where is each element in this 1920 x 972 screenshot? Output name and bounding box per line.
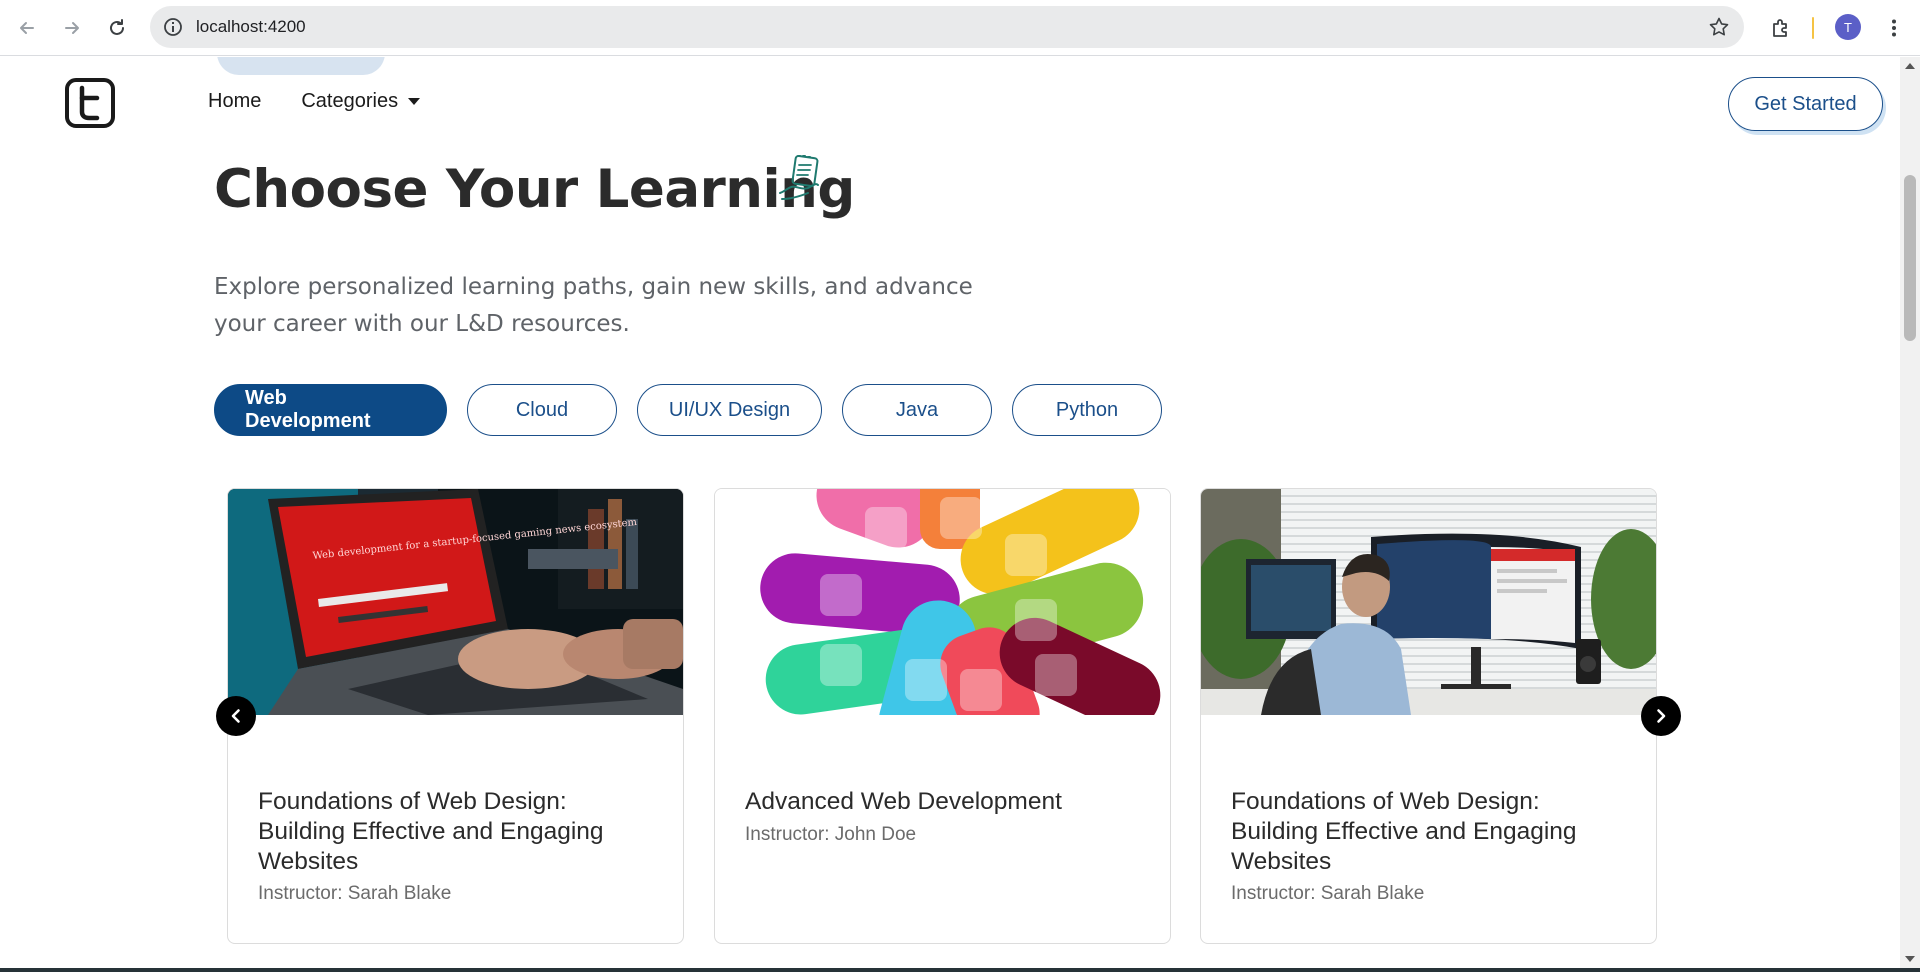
nav-categories[interactable]: Categories <box>301 90 421 113</box>
nav-home[interactable]: Home <box>208 90 261 113</box>
chip-web-development[interactable]: Web Development <box>214 384 447 436</box>
back-button[interactable] <box>13 14 41 42</box>
notepad-hand-icon <box>779 154 819 200</box>
chevron-left-icon <box>231 709 240 723</box>
profile-avatar[interactable]: T <box>1835 14 1861 40</box>
course-card[interactable]: Foundations of Web Design: Building Effe… <box>1200 488 1657 944</box>
course-title[interactable]: Advanced Web Development <box>745 787 1145 817</box>
back-arrow-icon <box>20 22 34 34</box>
site-logo[interactable] <box>64 77 116 129</box>
course-instructor: Instructor: Sarah Blake <box>258 883 452 904</box>
page-title: Choose Your Learning <box>214 159 855 220</box>
chip-cloud[interactable]: Cloud <box>467 384 617 436</box>
page-subtitle: Explore personalized learning paths, gai… <box>214 274 973 337</box>
site-info-icon[interactable] <box>162 16 184 38</box>
course-card[interactable]: Web development for a startup-focused ga… <box>227 488 684 944</box>
reload-button[interactable] <box>103 14 131 42</box>
forward-button[interactable] <box>58 14 86 42</box>
extensions-button[interactable] <box>1767 14 1795 42</box>
category-chip-group: Web Development Cloud UI/UX Design Java … <box>214 384 1162 436</box>
chevron-right-icon <box>1657 709 1666 723</box>
course-image-bandages <box>715 489 1170 715</box>
scroll-down-arrow-icon[interactable] <box>1905 956 1915 962</box>
page-viewport: Home Categories Get Started Choose Your … <box>0 57 1900 968</box>
reload-icon <box>110 19 124 35</box>
url-text[interactable]: localhost:4200 <box>196 17 306 37</box>
course-card[interactable]: Advanced Web Development Instructor: Joh… <box>714 488 1171 944</box>
course-image-developer <box>1201 489 1656 715</box>
toolbar-divider <box>1812 17 1814 39</box>
get-started-button[interactable]: Get Started <box>1728 77 1883 131</box>
course-instructor: Instructor: John Doe <box>745 824 917 845</box>
chip-python[interactable]: Python <box>1012 384 1162 436</box>
browser-menu-button[interactable] <box>1880 14 1908 42</box>
address-bar[interactable]: localhost:4200 <box>150 6 1744 48</box>
browser-toolbar: localhost:4200 T <box>0 0 1920 56</box>
chip-java[interactable]: Java <box>842 384 992 436</box>
course-title[interactable]: Foundations of Web Design: Building Effe… <box>1231 787 1631 877</box>
dropdown-caret-icon <box>408 98 421 105</box>
scroll-up-arrow-icon[interactable] <box>1905 63 1915 69</box>
scrollbar-thumb[interactable] <box>1904 175 1916 341</box>
kebab-menu-icon <box>1892 19 1896 37</box>
course-instructor: Instructor: Sarah Blake <box>1231 883 1425 904</box>
main-nav: Home Categories <box>208 90 421 113</box>
scrolled-badge <box>217 57 385 75</box>
carousel-prev-button[interactable] <box>216 696 256 736</box>
chip-ui-ux-design[interactable]: UI/UX Design <box>637 384 822 436</box>
page-scrollbar[interactable] <box>1900 57 1920 968</box>
taskbar-edge <box>0 968 1920 972</box>
course-image-laptop: Web development for a startup-focused ga… <box>228 489 683 715</box>
course-title[interactable]: Foundations of Web Design: Building Effe… <box>258 787 658 877</box>
carousel-next-button[interactable] <box>1641 696 1681 736</box>
bookmark-star-icon[interactable] <box>1708 16 1730 38</box>
nav-categories-label: Categories <box>301 90 399 112</box>
forward-arrow-icon <box>65 22 79 34</box>
puzzle-icon <box>1773 19 1787 37</box>
